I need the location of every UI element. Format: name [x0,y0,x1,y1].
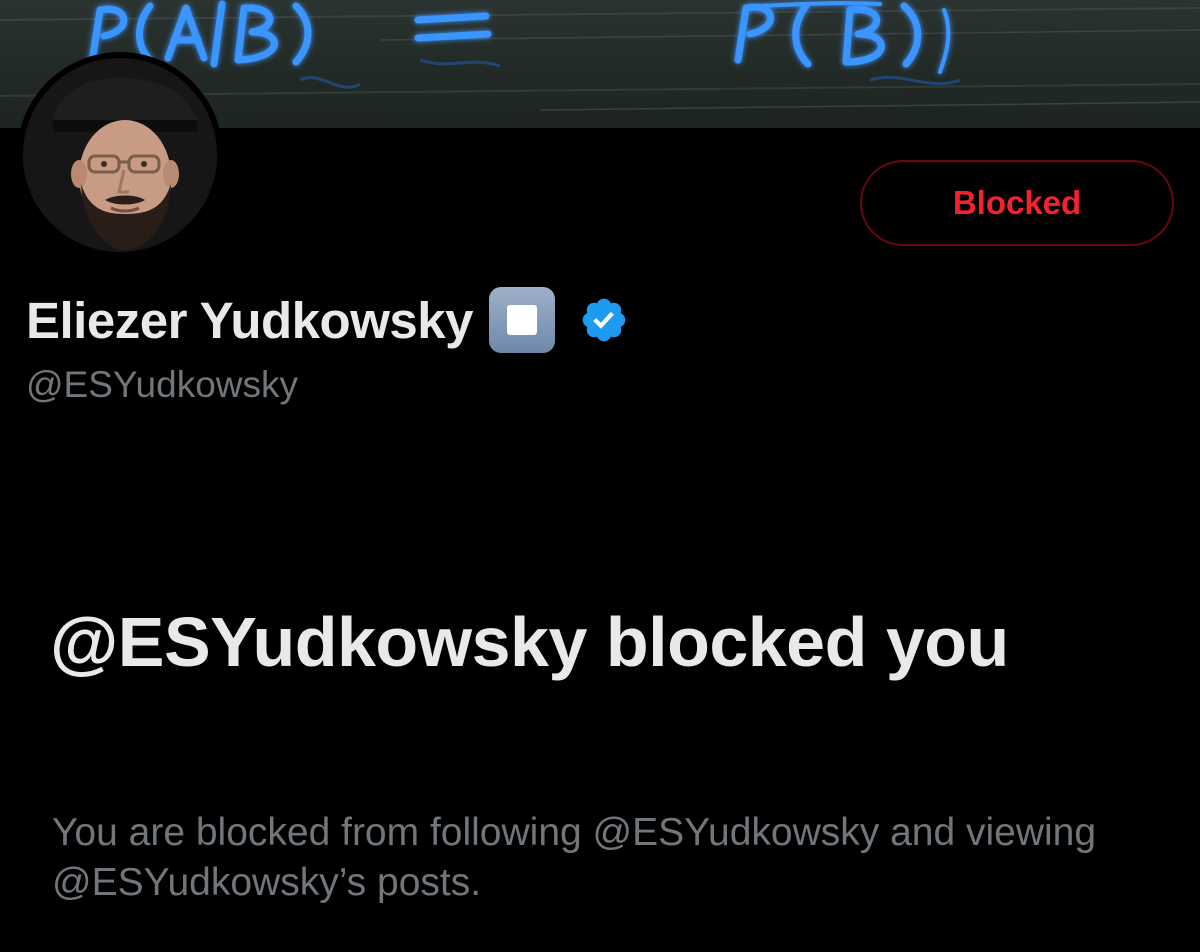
avatar-photo [23,58,217,252]
profile-handle: @ESYudkowsky [26,364,299,405]
blocked-notice-title: @ESYudkowsky blocked you [50,603,1009,681]
stop-button-emoji-icon [488,287,555,353]
profile-avatar[interactable] [17,52,223,258]
blocked-button[interactable]: Blocked [860,160,1174,246]
blocked-notice-description: You are blocked from following @ESYudkow… [52,811,1097,904]
verified-badge-icon[interactable] [579,295,629,345]
profile-name-row: Eliezer Yudkowsky [26,282,629,358]
display-name: Eliezer Yudkowsky [26,291,473,349]
